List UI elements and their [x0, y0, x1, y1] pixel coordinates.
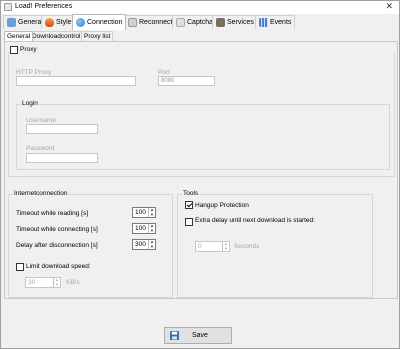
tab-captcha[interactable]: Captcha [172, 15, 218, 29]
title-bar: Load! Preferences ✕ [1, 1, 399, 14]
delay-disconnection-label: Delay after disconnection [s] [16, 242, 98, 249]
username-label: Username [26, 117, 56, 124]
services-icon [216, 18, 225, 27]
close-button[interactable]: ✕ [385, 1, 393, 12]
extra-delay-label: Extra delay until next download is start… [195, 217, 315, 224]
timeout-connecting-spinner[interactable]: 100 ▲ ▼ [132, 223, 156, 234]
save-label: Save [192, 332, 208, 339]
general-icon [7, 18, 16, 27]
tab-services[interactable]: Services [212, 15, 258, 29]
subtab-general[interactable]: General [4, 31, 34, 41]
floppy-disk-icon [170, 331, 179, 340]
events-icon [259, 18, 268, 27]
port-label: Port [158, 69, 170, 76]
spin-down-icon[interactable]: ▼ [150, 245, 154, 249]
username-input[interactable] [26, 124, 98, 134]
sub-tabbar: General Downloadcontrol Proxy list [4, 31, 399, 41]
extra-delay-spinner[interactable]: 0 ▲ ▼ [195, 241, 230, 252]
limit-speed-checkbox[interactable] [16, 263, 24, 271]
hangup-protection-checkbox[interactable] [185, 201, 193, 209]
window-title: Load! Preferences [15, 3, 73, 10]
hangup-protection-label: Hangup Protection [195, 202, 249, 209]
password-label: Password [26, 145, 55, 152]
spin-down-icon[interactable]: ▼ [150, 229, 154, 233]
captcha-icon [176, 18, 185, 27]
subtab-downloadcontrol[interactable]: Downloadcontrol [29, 31, 84, 41]
password-input[interactable] [26, 153, 98, 163]
tab-reconnect[interactable]: Reconnect [124, 15, 177, 29]
http-proxy-label: HTTP Proxy [16, 69, 52, 76]
timeout-connecting-label: Timeout while connecting [s] [16, 226, 98, 233]
app-icon [4, 3, 12, 11]
tools-title: Tools [182, 190, 200, 197]
spin-down-icon[interactable]: ▼ [224, 247, 228, 251]
flame-icon [45, 18, 54, 27]
limit-speed-label: Limit download speed: [26, 263, 91, 270]
preferences-window: Load! Preferences ✕ General Style Connec… [0, 0, 400, 349]
login-title: Login [21, 100, 39, 107]
internetconnection-title: Internetconnection [13, 190, 69, 197]
spin-down-icon[interactable]: ▼ [55, 283, 59, 287]
delay-disconnection-spinner[interactable]: 300 ▲ ▼ [132, 239, 156, 250]
timeout-reading-spinner[interactable]: 100 ▲ ▼ [132, 207, 156, 218]
port-input[interactable]: 8080 [158, 76, 215, 86]
subtab-proxy-list[interactable]: Proxy list [81, 31, 114, 41]
tab-events[interactable]: Events [255, 15, 296, 29]
reconnect-icon [128, 18, 137, 27]
spin-down-icon[interactable]: ▼ [150, 213, 154, 217]
http-proxy-input[interactable] [16, 76, 136, 86]
limit-speed-unit: KB/s [66, 279, 80, 286]
extra-delay-checkbox[interactable] [185, 218, 193, 226]
connection-panel: Proxy HTTP Proxy Port 8080 Login Usernam… [4, 41, 398, 299]
save-button[interactable]: Save [164, 327, 232, 344]
tab-style[interactable]: Style [41, 15, 76, 29]
tab-connection[interactable]: Connection [72, 14, 127, 30]
limit-speed-spinner[interactable]: 30 ▲ ▼ [25, 277, 61, 288]
extra-delay-unit: Seconds [234, 243, 260, 250]
timeout-reading-label: Timeout while reading [s] [16, 210, 89, 217]
globe-icon [76, 18, 85, 27]
main-tabbar: General Style Connection Reconnect Captc… [3, 14, 399, 30]
